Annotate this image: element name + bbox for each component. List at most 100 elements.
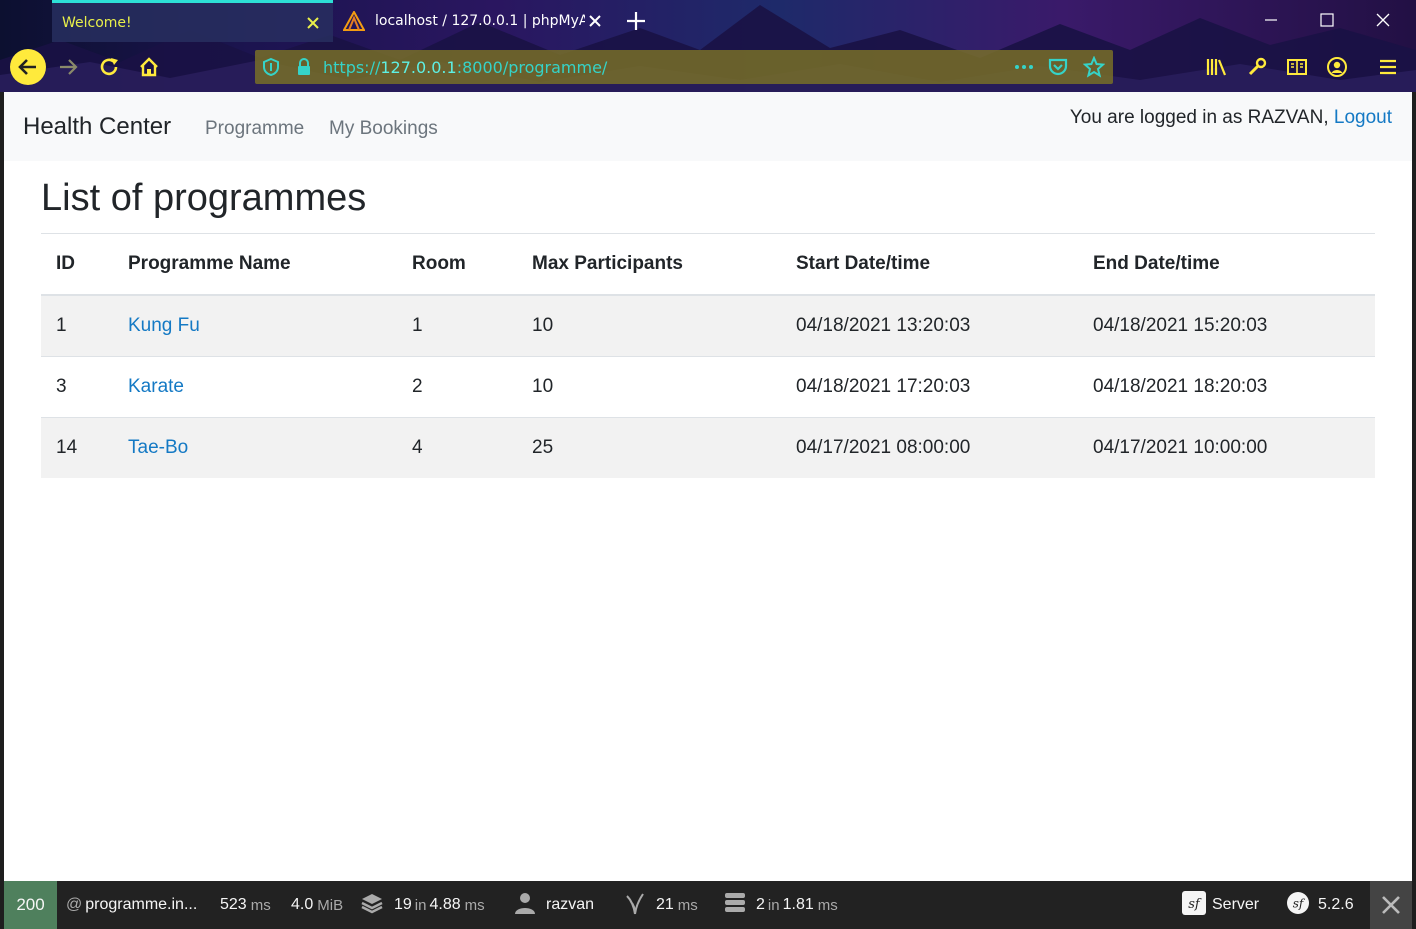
toolbar-time[interactable]: 523 ms xyxy=(220,881,271,929)
window-edge xyxy=(1412,92,1416,929)
column-header-id: ID xyxy=(41,234,113,296)
url-rest: :8000/programme/ xyxy=(456,58,608,77)
db-unit: ms xyxy=(817,896,838,914)
toolbar-twig[interactable]: 21 ms xyxy=(624,881,698,929)
programmes-table: ID Programme Name Room Max Participants … xyxy=(41,234,1375,478)
column-header-room: Room xyxy=(397,234,517,296)
route-name: programme.in... xyxy=(85,896,198,913)
symfony-debug-toolbar: 200 @ programme.in... 523 ms 4.0 MiB 19 in 4… xyxy=(4,881,1412,929)
layers-icon xyxy=(360,891,384,920)
tab-phpmyadmin[interactable]: localhost / 127.0.0.1 | phpMyAc xyxy=(333,0,615,42)
toolbar-symfony-version[interactable]: sf 5.2.6 xyxy=(1286,881,1354,929)
menu-hamburger-icon[interactable] xyxy=(1374,53,1402,81)
memory-value: 4.0 xyxy=(291,896,314,913)
nav-link-programme[interactable]: Programme xyxy=(205,118,304,140)
cell-programme-name: Karate xyxy=(113,355,397,417)
toolbar-database[interactable]: 2 in 1.81 ms xyxy=(724,881,838,929)
address-bar[interactable]: https://127.0.0.1:8000/programme/ xyxy=(255,50,1113,84)
new-tab-plus-icon[interactable] xyxy=(622,8,650,34)
nav-link-my-bookings[interactable]: My Bookings xyxy=(329,118,438,140)
wrench-icon[interactable] xyxy=(1243,53,1271,81)
cell-room: 4 xyxy=(397,416,517,478)
user-name: razvan xyxy=(546,896,595,913)
twig-unit: ms xyxy=(677,896,698,914)
table-header-row: ID Programme Name Room Max Participants … xyxy=(41,234,1375,296)
site-brand[interactable]: Health Center xyxy=(23,113,171,141)
window-close-icon[interactable] xyxy=(1368,8,1398,32)
reload-icon[interactable] xyxy=(91,49,127,85)
toolbar-forms[interactable]: 19 in 4.88 ms xyxy=(360,881,485,929)
cell-max-participants: 25 xyxy=(517,416,781,478)
column-header-max-participants: Max Participants xyxy=(517,234,781,296)
page-title: List of programmes xyxy=(41,177,367,219)
column-header-programme-name: Programme Name xyxy=(113,234,397,296)
db-in-label: in xyxy=(767,896,780,914)
cell-room: 1 xyxy=(397,294,517,356)
cell-id: 1 xyxy=(41,294,113,356)
cell-end-datetime: 04/17/2021 10:00:00 xyxy=(1078,416,1375,478)
programme-link[interactable]: Kung Fu xyxy=(128,315,200,336)
cell-programme-name: Tae-Bo xyxy=(113,416,397,478)
cell-max-participants: 10 xyxy=(517,294,781,356)
cell-max-participants: 10 xyxy=(517,355,781,417)
pocket-icon[interactable] xyxy=(1047,56,1069,82)
site-navbar: Health Center Programme My Bookings You … xyxy=(4,92,1412,161)
login-status: You are logged in as RAZVAN, Logout xyxy=(1070,107,1392,129)
twig-time: 21 xyxy=(656,896,674,913)
symfony-version: 5.2.6 xyxy=(1318,896,1354,913)
cell-end-datetime: 04/18/2021 18:20:03 xyxy=(1078,355,1375,417)
toolbar-user[interactable]: razvan xyxy=(514,881,594,929)
url-scheme: https:// xyxy=(323,58,381,77)
tab-title: Welcome! xyxy=(62,14,132,31)
library-icon[interactable] xyxy=(1203,53,1231,81)
close-tab-icon[interactable] xyxy=(585,11,605,31)
phpmyadmin-favicon-icon xyxy=(342,9,369,31)
column-header-end-datetime: End Date/time xyxy=(1078,234,1375,296)
forms-unit: ms xyxy=(464,896,485,914)
column-header-start-datetime: Start Date/time xyxy=(781,234,1078,296)
toolbar-server[interactable]: sf Server xyxy=(1182,881,1259,929)
toolbar-memory[interactable]: 4.0 MiB xyxy=(291,881,343,929)
tracking-protection-shield-icon[interactable] xyxy=(261,57,281,81)
close-tab-icon[interactable] xyxy=(303,13,323,33)
route-prefix: @ xyxy=(66,896,83,913)
maximize-icon[interactable] xyxy=(1312,8,1342,32)
home-icon[interactable] xyxy=(131,49,167,85)
symfony-circle-logo-icon: sf xyxy=(1286,891,1310,920)
logout-link[interactable]: Logout xyxy=(1334,107,1392,128)
memory-unit: MiB xyxy=(317,896,344,914)
database-icon xyxy=(724,891,746,920)
table-row: 1 Kung Fu 1 10 04/18/2021 13:20:03 04/18… xyxy=(41,294,1375,356)
cell-room: 2 xyxy=(397,355,517,417)
back-arrow-icon[interactable] xyxy=(10,49,46,85)
tab-welcome[interactable]: Welcome! xyxy=(52,0,333,42)
time-value: 523 xyxy=(220,896,247,913)
db-count: 2 xyxy=(756,896,765,913)
programme-link[interactable]: Tae-Bo xyxy=(128,437,188,458)
twig-icon xyxy=(624,891,646,920)
forms-count: 19 xyxy=(394,896,412,913)
forms-time: 4.88 xyxy=(429,896,461,913)
reader-view-icon[interactable] xyxy=(1283,53,1311,81)
user-icon xyxy=(514,891,536,920)
account-icon[interactable] xyxy=(1323,53,1351,81)
cell-id: 3 xyxy=(41,355,113,417)
toolbar-close-icon[interactable] xyxy=(1370,881,1412,929)
programme-link[interactable]: Karate xyxy=(128,376,184,397)
table-row: 3 Karate 2 10 04/18/2021 17:20:03 04/18/… xyxy=(41,355,1375,417)
bookmark-star-icon[interactable] xyxy=(1082,55,1106,82)
cell-id: 14 xyxy=(41,416,113,478)
minimize-icon[interactable] xyxy=(1256,8,1286,32)
status-code-badge[interactable]: 200 xyxy=(4,881,57,929)
cell-programme-name: Kung Fu xyxy=(113,294,397,356)
table-row: 14 Tae-Bo 4 25 04/17/2021 08:00:00 04/17… xyxy=(41,416,1375,478)
forward-arrow-icon[interactable] xyxy=(50,49,86,85)
toolbar-route[interactable]: @ programme.in... xyxy=(66,881,197,929)
lock-icon[interactable] xyxy=(295,57,313,81)
time-unit: ms xyxy=(250,896,271,914)
page-actions-more-icon[interactable] xyxy=(1011,57,1037,81)
cell-end-datetime: 04/18/2021 15:20:03 xyxy=(1078,294,1375,356)
cell-start-datetime: 04/18/2021 13:20:03 xyxy=(781,294,1078,356)
url-host: 127.0.0.1 xyxy=(380,58,457,77)
url-text[interactable]: https://127.0.0.1:8000/programme/ xyxy=(323,58,607,77)
